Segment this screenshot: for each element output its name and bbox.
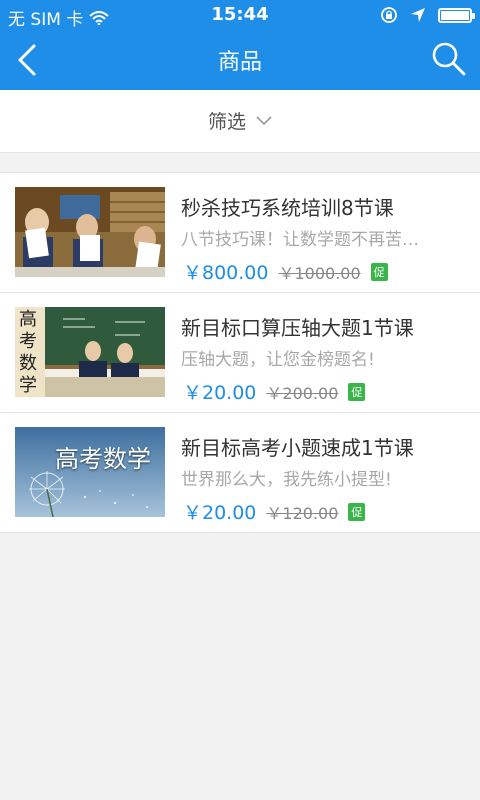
filter-label: 筛选: [207, 111, 246, 133]
battery-icon: [438, 7, 475, 23]
original-price: ￥1000.00: [278, 263, 361, 283]
product-item[interactable]: 高考数学 新目标口算压轴大题1节课 压轴大题，让您金榜题名! ￥20.00 ￥2…: [0, 293, 480, 413]
location-arrow-icon: [411, 8, 425, 22]
promo-badge: 促: [370, 262, 388, 281]
product-description: 世界那么大，我先练小提型!: [181, 470, 392, 490]
navigation-bar: 商品: [0, 30, 480, 90]
filter-dropdown[interactable]: 筛选: [0, 107, 480, 134]
status-right: [380, 6, 475, 24]
product-price: ￥20.00: [183, 382, 257, 404]
original-price: ￥120.00: [266, 503, 339, 523]
chevron-down-icon: [256, 115, 272, 125]
filter-bar: 筛选: [0, 90, 480, 153]
product-item[interactable]: 秒杀技巧系统培训8节课 八节技巧课！让数学题不再苦… ￥800.00 ￥1000…: [0, 173, 480, 293]
status-bar: 无 SIM 卡 15:44: [0, 0, 480, 30]
product-price: ￥20.00: [183, 502, 257, 524]
product-title: 新目标口算压轴大题1节课: [181, 316, 414, 340]
promo-badge: 促: [348, 382, 366, 401]
search-icon: [432, 42, 466, 76]
original-price: ￥200.00: [266, 383, 339, 403]
product-thumbnail: 高考数学: [15, 427, 165, 517]
app-header: 无 SIM 卡 15:44 商品: [0, 0, 480, 90]
search-button[interactable]: [430, 40, 468, 78]
page-title: 商品: [217, 50, 262, 75]
thumbnail-caption: 高考数学: [19, 309, 37, 396]
product-title: 秒杀技巧系统培训8节课: [181, 196, 394, 220]
price-row: ￥20.00 ￥200.00 促: [183, 378, 366, 405]
promo-badge: 促: [348, 502, 366, 521]
price-row: ￥20.00 ￥120.00 促: [183, 498, 366, 525]
price-row: ￥800.00 ￥1000.00 促: [183, 258, 388, 285]
product-list: 秒杀技巧系统培训8节课 八节技巧课！让数学题不再苦… ￥800.00 ￥1000…: [0, 172, 480, 533]
product-thumbnail: [15, 187, 165, 277]
product-item[interactable]: 高考数学 新目标高考小题速成1节课 世界那么大，我先练小提型! ￥20.00 ￥…: [0, 413, 480, 532]
product-description: 八节技巧课！让数学题不再苦…: [181, 230, 419, 250]
product-thumbnail: 高考数学: [15, 307, 165, 397]
product-description: 压轴大题，让您金榜题名!: [181, 350, 375, 370]
thumbnail-caption: 高考数学: [55, 445, 151, 473]
rotation-lock-icon: [381, 7, 397, 23]
product-price: ￥800.00: [183, 262, 269, 284]
product-title: 新目标高考小题速成1节课: [181, 436, 414, 460]
